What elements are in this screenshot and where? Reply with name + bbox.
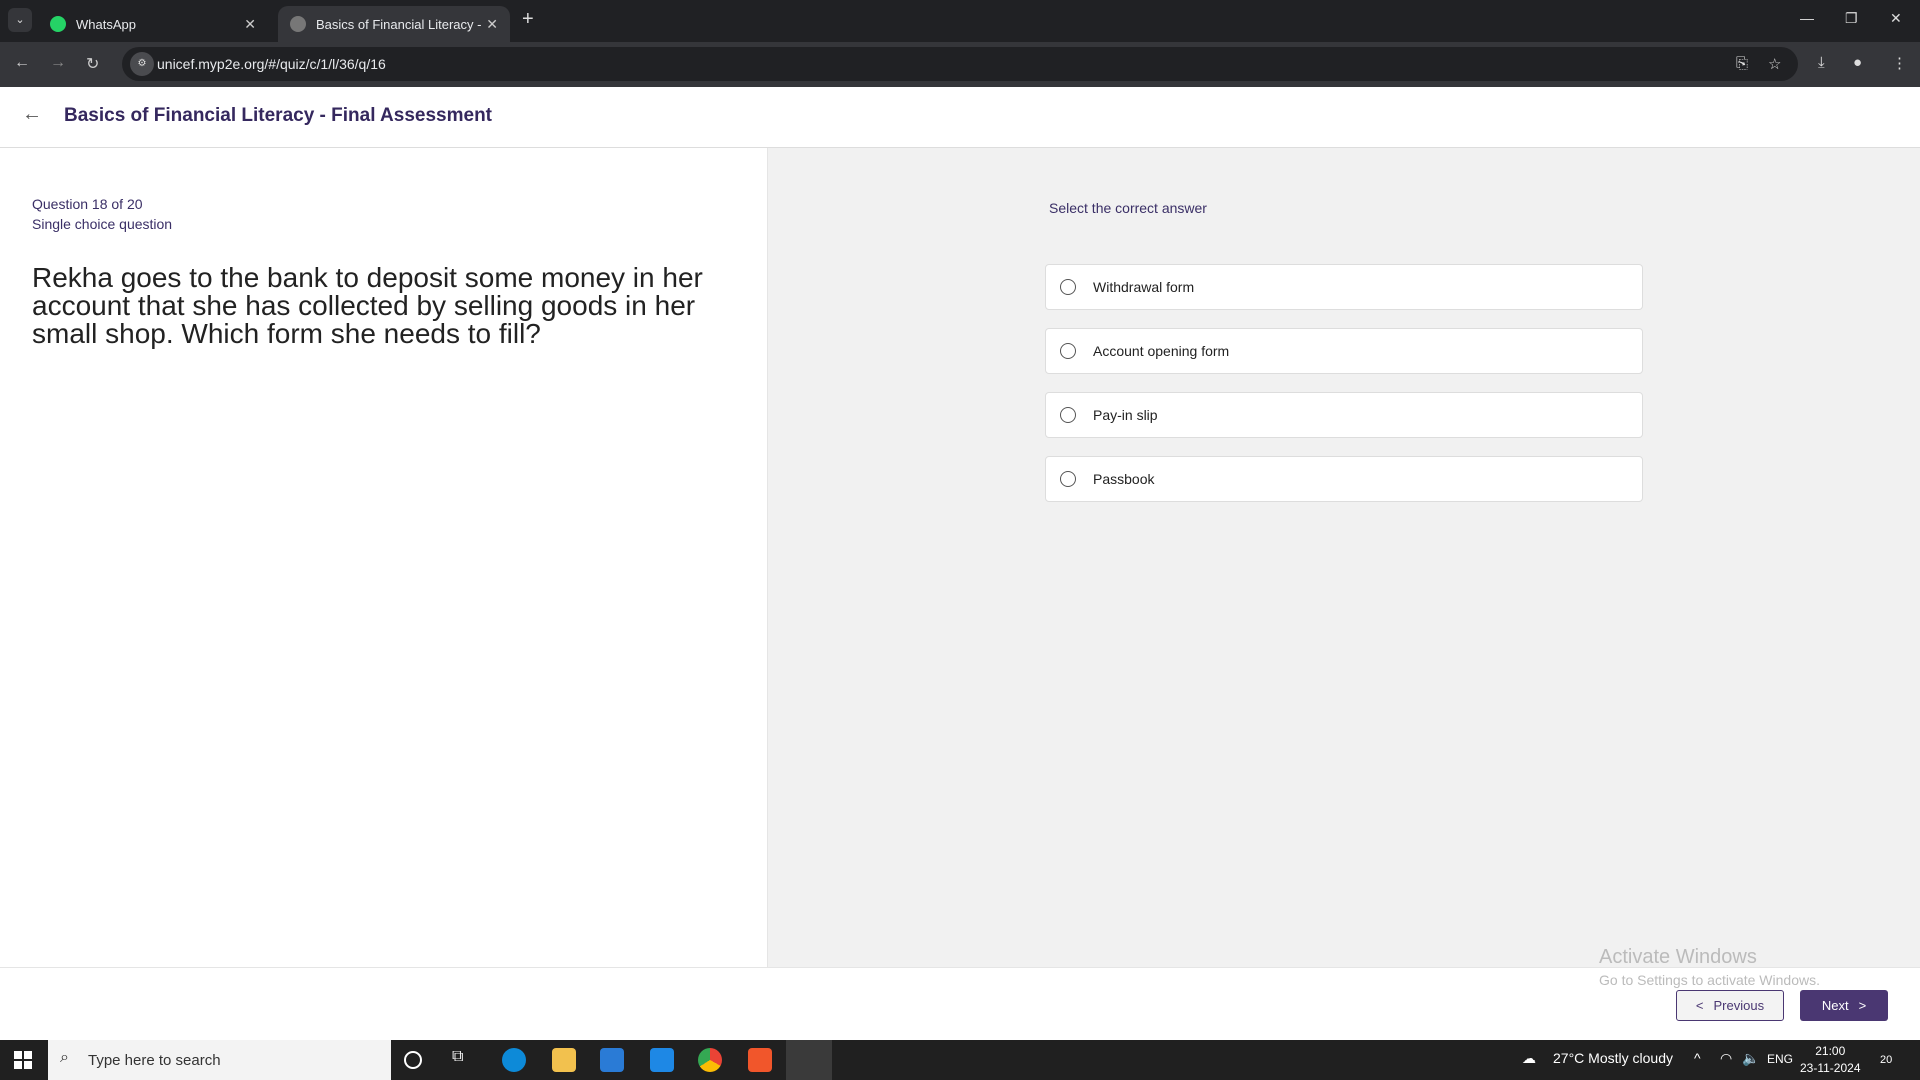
previous-button[interactable]: < Previous	[1676, 990, 1784, 1021]
page-title: Basics of Financial Literacy - Final Ass…	[64, 105, 493, 126]
previous-label: Previous	[1713, 998, 1765, 1013]
brave-icon[interactable]	[748, 1048, 772, 1072]
search-placeholder: Type here to search	[88, 1051, 221, 1069]
profile-icon[interactable]: ●	[1853, 54, 1862, 71]
answer-option[interactable]: Withdrawal form	[1045, 264, 1643, 310]
answer-instruction: Select the correct answer	[1049, 200, 1207, 216]
chevron-right-icon: >	[1858, 998, 1867, 1013]
mail-icon[interactable]	[650, 1048, 674, 1072]
taskbar-search[interactable]: ⌕ Type here to search	[48, 1040, 391, 1080]
tab-title: Basics of Financial Literacy - Fin	[316, 16, 487, 32]
language-indicator[interactable]: ENG	[1767, 1052, 1793, 1066]
task-view-icon[interactable]: ⧉	[452, 1048, 476, 1072]
notification-icon[interactable]: 20	[1880, 1054, 1892, 1066]
question-text: Rekha goes to the bank to deposit some m…	[32, 262, 703, 349]
answer-panel: Select the correct answer Withdrawal for…	[768, 148, 1920, 967]
answer-option[interactable]: Pay-in slip	[1045, 392, 1643, 438]
option-label: Passbook	[1093, 471, 1155, 487]
minimize-button[interactable]: —	[1800, 10, 1814, 26]
new-tab-button[interactable]: +	[522, 8, 534, 31]
restore-button[interactable]: ❐	[1845, 10, 1858, 27]
activate-windows-subtitle: Go to Settings to activate Windows.	[1599, 972, 1820, 988]
question-type: Single choice question	[32, 216, 173, 232]
tab-whatsapp[interactable]: WhatsApp ✕	[38, 6, 268, 42]
weather-icon[interactable]: ☁	[1522, 1050, 1536, 1067]
weather-text[interactable]: 27°C Mostly cloudy	[1553, 1050, 1673, 1066]
browser-tab-bar: ⌄ WhatsApp ✕ Basics of Financial Literac…	[0, 0, 1920, 42]
page-header: ← Basics of Financial Literacy - Final A…	[0, 87, 1920, 148]
option-label: Withdrawal form	[1093, 279, 1195, 295]
windows-start-icon[interactable]	[14, 1051, 32, 1069]
bookmark-star-icon[interactable]: ☆	[1768, 55, 1781, 73]
wifi-icon[interactable]: ◠	[1720, 1050, 1732, 1067]
radio-button[interactable]	[1060, 279, 1076, 295]
file-explorer-icon[interactable]	[552, 1048, 576, 1072]
radio-button[interactable]	[1060, 471, 1076, 487]
tray-expand-icon[interactable]: ^	[1694, 1050, 1701, 1066]
answer-option[interactable]: Account opening form	[1045, 328, 1643, 374]
store-icon[interactable]	[600, 1048, 624, 1072]
back-arrow-icon[interactable]: ←	[22, 103, 42, 126]
globe-icon	[290, 16, 306, 32]
chrome-active-icon[interactable]	[786, 1040, 832, 1080]
site-settings-icon[interactable]: ⚙	[130, 52, 154, 76]
reload-icon[interactable]: ↻	[86, 54, 99, 74]
question-panel: Question 18 of 20 Single choice question…	[0, 148, 768, 967]
option-label: Account opening form	[1093, 343, 1230, 359]
forward-icon[interactable]: →	[50, 54, 66, 72]
notification-count: 20	[1880, 1054, 1893, 1066]
radio-button[interactable]	[1060, 343, 1076, 359]
address-bar-row: ← → ↻ ⚙ unicef.myp2e.org/#/quiz/c/1/l/36…	[0, 42, 1920, 87]
cortana-icon[interactable]	[404, 1051, 422, 1069]
search-icon: ⌕	[60, 1049, 69, 1066]
menu-icon[interactable]: ⋮	[1892, 54, 1907, 72]
close-window-button[interactable]: ✕	[1890, 10, 1902, 27]
tab-search-button[interactable]: ⌄	[8, 8, 32, 32]
next-button[interactable]: Next >	[1800, 990, 1888, 1021]
chrome-icon[interactable]	[698, 1048, 722, 1072]
radio-button[interactable]	[1060, 407, 1076, 423]
tab-quiz[interactable]: Basics of Financial Literacy - Fin ✕	[278, 6, 510, 42]
time: 21:00	[1815, 1044, 1846, 1058]
download-icon[interactable]: ⤓	[1818, 54, 1825, 71]
close-tab-icon[interactable]: ✕	[486, 16, 498, 33]
activate-windows-title: Activate Windows	[1599, 946, 1757, 968]
back-icon[interactable]: ←	[14, 54, 30, 72]
whatsapp-icon	[50, 16, 66, 32]
edge-icon[interactable]	[502, 1048, 526, 1072]
url-text[interactable]: unicef.myp2e.org/#/quiz/c/1/l/36/q/16	[157, 56, 386, 72]
url-bar[interactable]: ⚙ unicef.myp2e.org/#/quiz/c/1/l/36/q/16 …	[122, 47, 1798, 81]
option-label: Pay-in slip	[1093, 407, 1158, 423]
question-number: Question 18 of 20	[32, 196, 143, 212]
clock[interactable]: 21:00 23-11-2024	[1800, 1043, 1861, 1077]
next-label: Next	[1821, 998, 1849, 1013]
volume-icon[interactable]: 🔈	[1742, 1050, 1759, 1067]
tab-title: WhatsApp	[76, 16, 136, 32]
date: 23-11-2024	[1800, 1061, 1861, 1075]
install-app-icon[interactable]: ⎘	[1736, 55, 1748, 72]
close-tab-icon[interactable]: ✕	[244, 16, 256, 33]
taskbar: ⌕ Type here to search ⧉ ☁ 27°C Mostly clo…	[0, 1040, 1920, 1080]
chevron-left-icon: <	[1695, 998, 1704, 1013]
answer-option[interactable]: Passbook	[1045, 456, 1643, 502]
